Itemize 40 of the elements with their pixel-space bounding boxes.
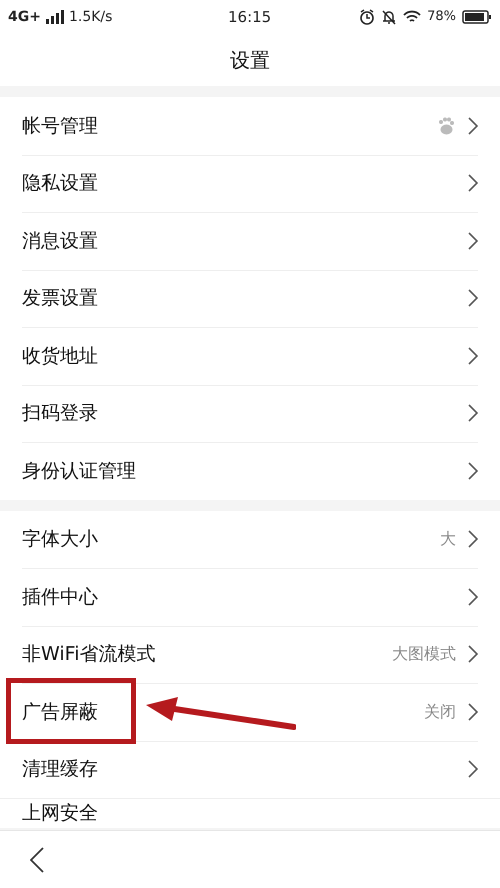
page-title: 设置 [230, 47, 270, 74]
paw-icon [436, 116, 456, 136]
battery-percent: 78% [427, 8, 456, 26]
row-label: 收货地址 [22, 344, 98, 368]
row-label: 扫码登录 [22, 401, 98, 426]
row-label: 广告屏蔽 [22, 700, 98, 724]
chevron-icon [468, 346, 478, 365]
row-label: 清理缓存 [22, 757, 98, 782]
chevron-icon [468, 760, 478, 778]
chevron-icon [468, 588, 478, 606]
chevron-icon [468, 530, 478, 548]
chevron-icon [468, 174, 478, 192]
row-label: 发票设置 [22, 286, 98, 311]
row-value: 关闭 [424, 700, 456, 723]
row-value: 大 [440, 528, 456, 550]
chevron-icon [468, 289, 478, 308]
back-icon[interactable] [30, 846, 44, 872]
wifi-icon [403, 10, 422, 24]
network-type: 4G+ [8, 8, 41, 26]
row-label: 插件中心 [22, 584, 98, 610]
chevron-icon [468, 462, 478, 480]
battery-icon [462, 10, 492, 24]
row-label: 非WiFi省流模式 [22, 642, 156, 667]
signal-icon [44, 10, 65, 24]
row-label: 上网安全 [22, 802, 98, 824]
chevron-icon [468, 645, 478, 664]
clock: 16:15 [228, 6, 272, 28]
row-value: 大图模式 [392, 643, 456, 666]
row-label: 消息设置 [22, 228, 98, 254]
chevron-icon [468, 404, 478, 422]
row-label: 身份认证管理 [22, 458, 136, 484]
row-label: 隐私设置 [22, 171, 98, 196]
network-speed: 1.5K/s [68, 8, 112, 26]
row-label: 帐号管理 [22, 114, 98, 138]
bell-off-icon [381, 9, 398, 25]
chevron-icon [468, 232, 478, 250]
row-label: 字体大小 [22, 527, 98, 552]
chevron-icon [468, 116, 478, 135]
chevron-icon [468, 702, 478, 721]
alarm-icon [359, 9, 376, 25]
